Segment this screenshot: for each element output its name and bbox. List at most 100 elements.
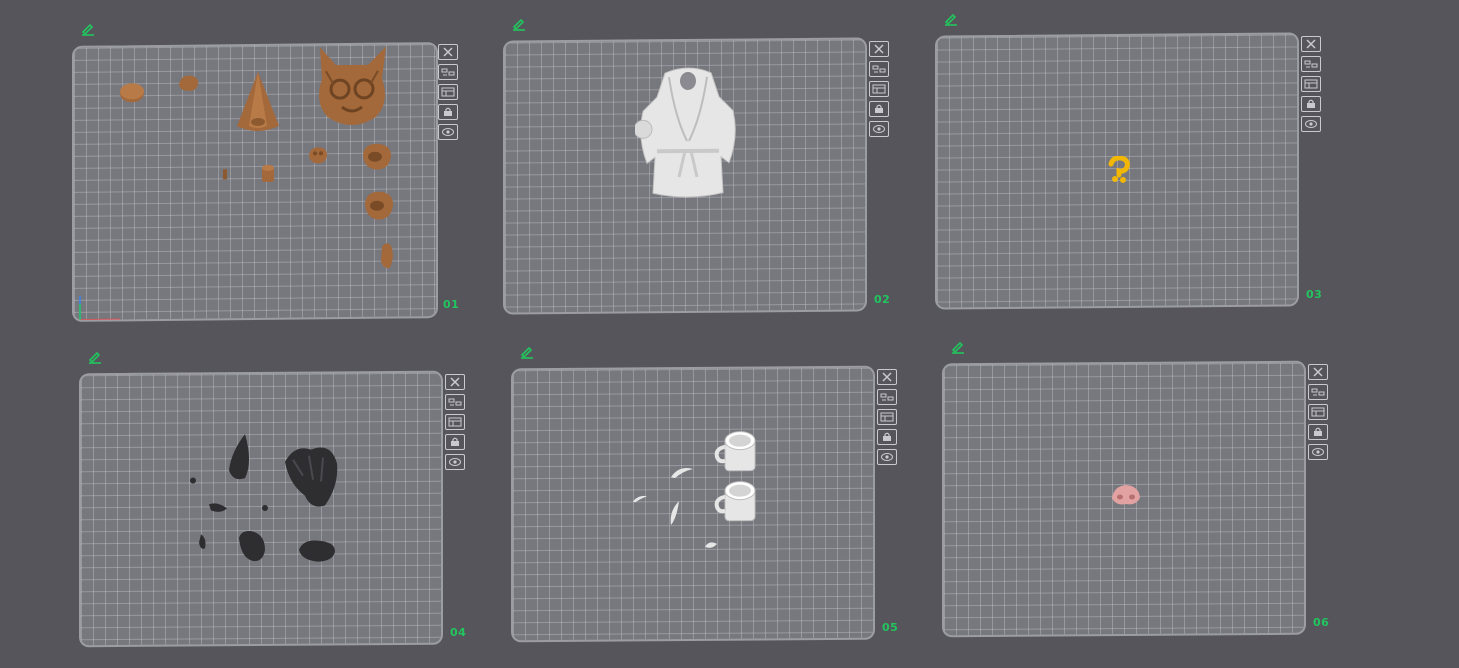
model-dark-fur[interactable] bbox=[281, 439, 341, 511]
plate-number-01: 01 bbox=[443, 298, 460, 311]
close-plate-button[interactable] bbox=[877, 369, 897, 385]
edit-plate-name-icon[interactable] bbox=[511, 17, 527, 31]
model-bathrobe[interactable] bbox=[635, 67, 741, 200]
lock-icon bbox=[1307, 99, 1315, 108]
model-foot-left[interactable] bbox=[360, 141, 394, 173]
auto-arrange-button[interactable] bbox=[877, 389, 897, 405]
edit-plate-name-icon[interactable] bbox=[950, 340, 966, 354]
edit-plate-name-icon[interactable] bbox=[519, 345, 535, 359]
eye-icon bbox=[449, 458, 461, 466]
plate-number-03: 03 bbox=[1306, 288, 1323, 301]
plate-number-06: 06 bbox=[1313, 616, 1330, 629]
edit-plate-name-icon[interactable] bbox=[87, 350, 103, 364]
axis-gizmo bbox=[79, 295, 120, 321]
model-tall-piece[interactable] bbox=[378, 241, 396, 271]
auto-arrange-icon bbox=[441, 68, 455, 76]
plate-toolbar-03 bbox=[1301, 36, 1321, 132]
auto-arrange-icon bbox=[1311, 388, 1325, 396]
close-icon bbox=[443, 47, 453, 57]
close-icon bbox=[450, 377, 460, 387]
lock-plate-button[interactable] bbox=[877, 429, 897, 445]
model-mug-top[interactable] bbox=[713, 431, 761, 475]
plate-layout-icon bbox=[448, 417, 462, 427]
lock-icon bbox=[883, 432, 891, 441]
model-white-small[interactable] bbox=[703, 539, 719, 551]
lock-icon bbox=[1314, 427, 1322, 436]
eye-icon bbox=[881, 453, 893, 461]
edit-plate-name-icon[interactable] bbox=[80, 22, 96, 36]
model-paw-small[interactable] bbox=[306, 145, 330, 165]
lock-plate-button[interactable] bbox=[869, 101, 889, 117]
model-yellow-object[interactable] bbox=[1107, 155, 1131, 184]
toggle-visibility-button[interactable] bbox=[445, 454, 465, 470]
model-small-piece[interactable] bbox=[176, 73, 202, 95]
model-white-claw-1[interactable] bbox=[669, 465, 695, 479]
plate-toolbar-06 bbox=[1308, 364, 1328, 460]
auto-arrange-icon bbox=[448, 398, 462, 406]
toggle-visibility-button[interactable] bbox=[877, 449, 897, 465]
plate-number-04: 04 bbox=[450, 626, 467, 639]
plate-toolbar-01 bbox=[438, 44, 458, 140]
model-round-disc[interactable] bbox=[118, 81, 146, 105]
build-plate-05[interactable] bbox=[511, 365, 875, 643]
plate-layout-button[interactable] bbox=[438, 84, 458, 100]
auto-arrange-icon bbox=[872, 65, 886, 73]
plate-number-02: 02 bbox=[874, 293, 891, 306]
eye-icon bbox=[1305, 120, 1317, 128]
build-plate-02[interactable] bbox=[503, 37, 867, 315]
plate-layout-button[interactable] bbox=[1301, 76, 1321, 92]
build-plate-01[interactable] bbox=[72, 42, 438, 322]
plate-toolbar-04 bbox=[445, 374, 465, 470]
model-dark-pad[interactable] bbox=[295, 537, 339, 563]
model-cylinder[interactable] bbox=[260, 164, 276, 184]
model-dark-dot-1[interactable] bbox=[189, 476, 197, 484]
auto-arrange-button[interactable] bbox=[445, 394, 465, 410]
plate-layout-icon bbox=[880, 412, 894, 422]
plate-layout-icon bbox=[872, 84, 886, 94]
model-mug-bottom[interactable] bbox=[713, 481, 761, 525]
lock-plate-button[interactable] bbox=[1308, 424, 1328, 440]
close-plate-button[interactable] bbox=[1301, 36, 1321, 52]
plate-toolbar-05 bbox=[877, 369, 897, 465]
model-peg[interactable] bbox=[222, 168, 228, 180]
edit-plate-name-icon[interactable] bbox=[943, 12, 959, 26]
model-pink-nose[interactable] bbox=[1108, 482, 1144, 508]
toggle-visibility-button[interactable] bbox=[438, 124, 458, 140]
plate-layout-button[interactable] bbox=[877, 409, 897, 425]
model-white-claw-2[interactable] bbox=[631, 493, 649, 503]
close-plate-button[interactable] bbox=[1308, 364, 1328, 380]
model-dark-dot-2[interactable] bbox=[261, 504, 269, 512]
model-dark-piece[interactable] bbox=[207, 500, 229, 514]
close-plate-button[interactable] bbox=[869, 41, 889, 57]
build-plate-03[interactable] bbox=[935, 32, 1299, 310]
build-plate-06[interactable] bbox=[942, 360, 1306, 638]
toggle-visibility-button[interactable] bbox=[869, 121, 889, 137]
close-icon bbox=[1313, 367, 1323, 377]
plate-layout-button[interactable] bbox=[445, 414, 465, 430]
model-hat-cone[interactable] bbox=[232, 70, 284, 137]
toggle-visibility-button[interactable] bbox=[1301, 116, 1321, 132]
lock-plate-button[interactable] bbox=[445, 434, 465, 450]
auto-arrange-button[interactable] bbox=[438, 64, 458, 80]
model-white-tooth[interactable] bbox=[667, 499, 683, 527]
plate-layout-button[interactable] bbox=[869, 81, 889, 97]
lock-plate-button[interactable] bbox=[1301, 96, 1321, 112]
build-plate-04[interactable] bbox=[79, 370, 443, 648]
model-creature-head[interactable] bbox=[312, 45, 392, 130]
close-icon bbox=[1306, 39, 1316, 49]
model-dark-horn[interactable] bbox=[223, 432, 255, 484]
model-dark-small[interactable] bbox=[197, 532, 209, 552]
plate-layout-icon bbox=[1304, 79, 1318, 89]
auto-arrange-button[interactable] bbox=[1301, 56, 1321, 72]
model-foot-right[interactable] bbox=[362, 189, 396, 223]
eye-icon bbox=[442, 128, 454, 136]
model-dark-foot[interactable] bbox=[235, 528, 269, 564]
auto-arrange-button[interactable] bbox=[1308, 384, 1328, 400]
close-plate-button[interactable] bbox=[438, 44, 458, 60]
toggle-visibility-button[interactable] bbox=[1308, 444, 1328, 460]
close-plate-button[interactable] bbox=[445, 374, 465, 390]
auto-arrange-icon bbox=[1304, 60, 1318, 68]
lock-plate-button[interactable] bbox=[438, 104, 458, 120]
auto-arrange-button[interactable] bbox=[869, 61, 889, 77]
plate-layout-button[interactable] bbox=[1308, 404, 1328, 420]
